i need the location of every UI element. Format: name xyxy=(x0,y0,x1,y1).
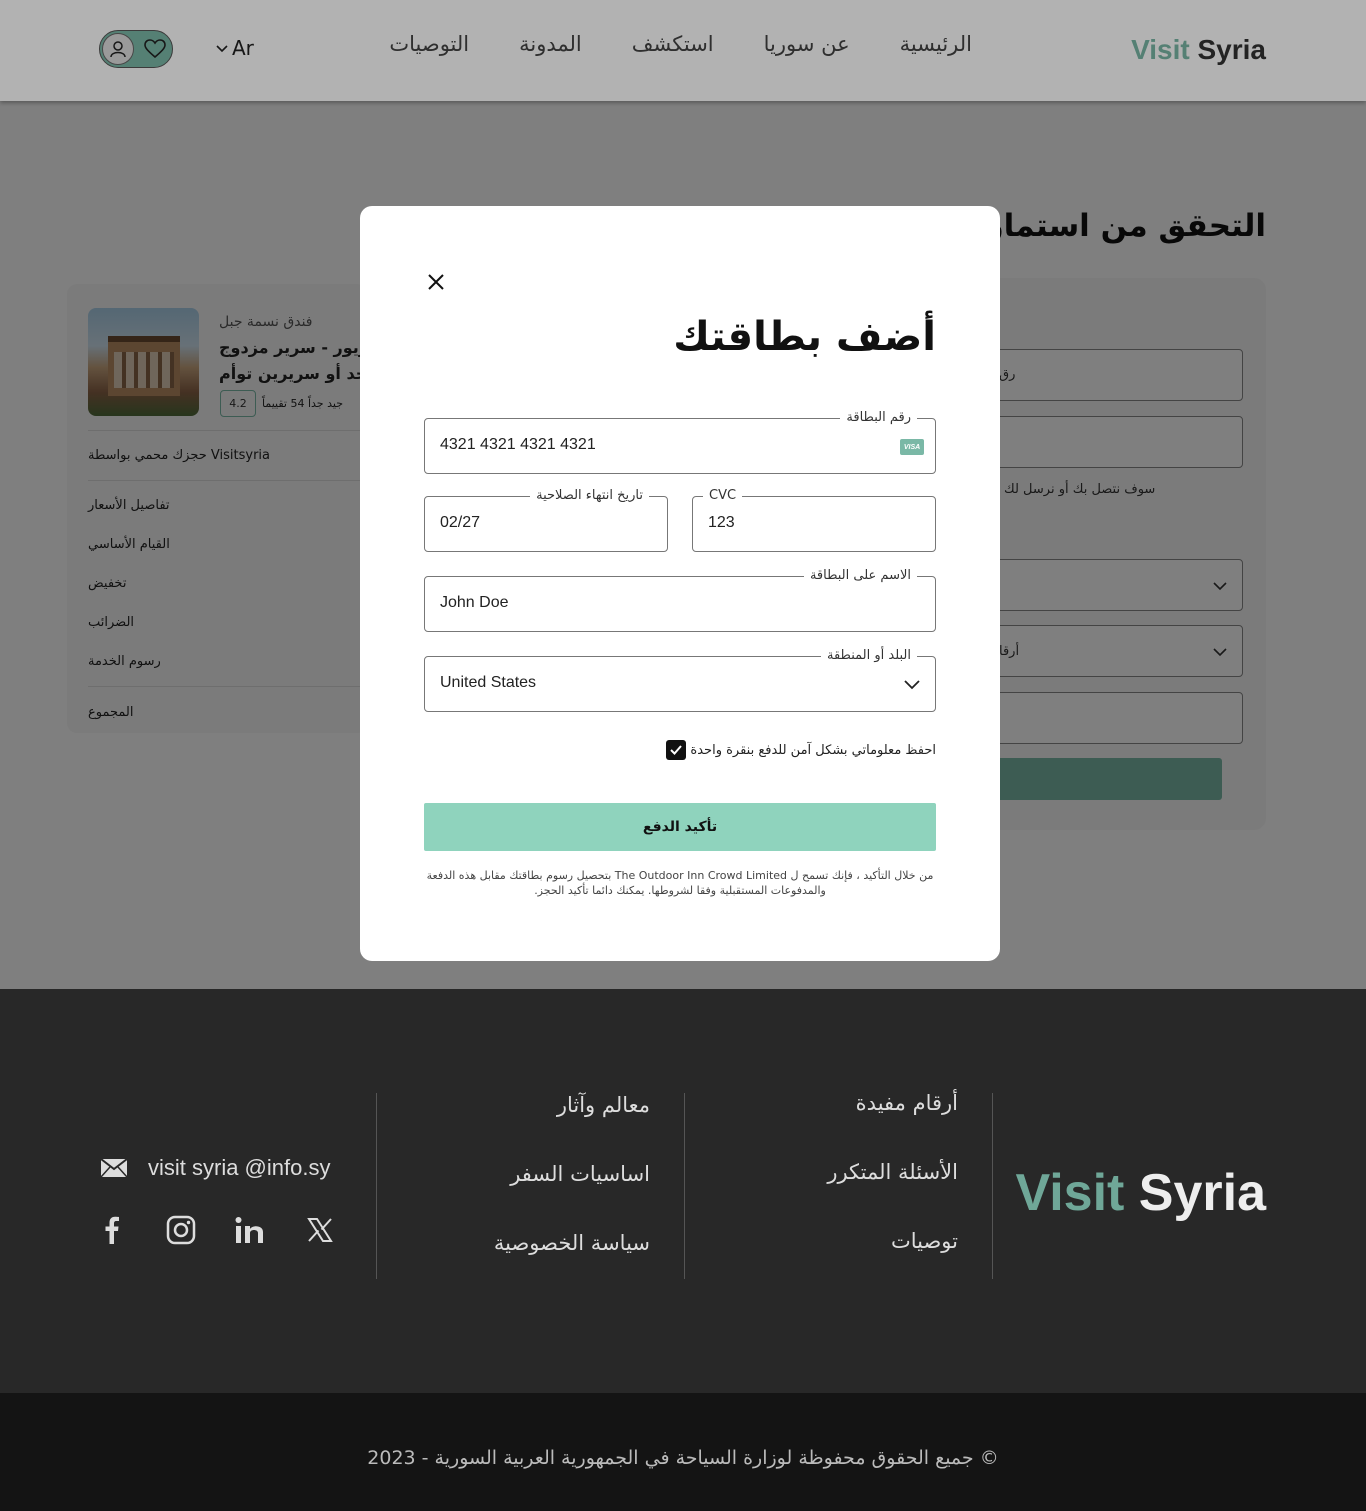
cardholder-name-input[interactable] xyxy=(440,594,848,612)
footer-link-travel-basics[interactable]: اساسيات السفر xyxy=(510,1162,650,1186)
footer-divider xyxy=(376,1093,377,1279)
cvc-field[interactable]: CVC xyxy=(692,488,936,552)
site-footer: Visit Syria أرقام مفيدة الأسئلة المتكرر … xyxy=(0,989,1366,1393)
modal-title: أضف بطاقتك xyxy=(673,314,936,360)
checkmark-icon xyxy=(670,745,683,755)
envelope-icon xyxy=(100,1158,128,1178)
footer-link-recommendations[interactable]: توصيات xyxy=(891,1229,958,1253)
card-number-label: رقم البطاقة xyxy=(840,410,917,425)
copyright-bar: جميع الحقوق محفوظة لوزارة السياحة في الج… xyxy=(0,1393,1366,1511)
footer-link-privacy-policy[interactable]: سياسة الخصوصية xyxy=(494,1231,650,1255)
cvc-input[interactable] xyxy=(708,514,902,532)
cardholder-name-label: الاسم على البطاقة xyxy=(803,568,917,583)
modal-backdrop-header xyxy=(0,0,1366,101)
card-number-field[interactable]: رقم البطاقة VISA xyxy=(424,410,936,474)
footer-link-landmarks[interactable]: معالم وآثار xyxy=(557,1093,650,1117)
close-icon[interactable] xyxy=(424,270,448,294)
card-number-input[interactable] xyxy=(440,436,848,454)
instagram-icon[interactable] xyxy=(166,1215,196,1245)
footer-link-useful-numbers[interactable]: أرقام مفيدة xyxy=(856,1091,958,1115)
footer-divider xyxy=(992,1093,993,1279)
add-card-modal: أضف بطاقتك رقم البطاقة VISA تاريخ انتهاء… xyxy=(360,206,1000,961)
save-info-label: احفظ معلوماتي بشكل آمن للدفع بنقرة واحدة xyxy=(690,742,936,758)
footer-email[interactable]: visit syria @info.sy xyxy=(100,1155,330,1181)
country-select[interactable]: البلد أو المنطقة United States xyxy=(424,648,936,712)
footer-link-faq[interactable]: الأسئلة المتكرر xyxy=(827,1160,958,1184)
expiry-input[interactable] xyxy=(440,514,634,532)
country-value: United States xyxy=(440,674,537,691)
save-info-checkbox[interactable] xyxy=(666,740,687,760)
cvc-label: CVC xyxy=(703,488,743,503)
linkedin-icon[interactable] xyxy=(235,1215,265,1245)
save-info-row[interactable]: احفظ معلوماتي بشكل آمن للدفع بنقرة واحدة xyxy=(666,740,936,760)
cardholder-name-field[interactable]: الاسم على البطاقة xyxy=(424,568,936,632)
expiry-field[interactable]: تاريخ انتهاء الصلاحية xyxy=(424,488,668,552)
confirm-payment-button[interactable]: تأكيد الدفع xyxy=(424,803,936,851)
facebook-icon[interactable] xyxy=(97,1215,127,1245)
visa-icon: VISA xyxy=(900,439,924,455)
payment-legal-text: من خلال التأكيد ، فإنك تسمح ل The Outdoo… xyxy=(426,869,934,897)
country-label: البلد أو المنطقة xyxy=(821,648,917,663)
footer-divider xyxy=(684,1093,685,1279)
copyright-text: جميع الحقوق محفوظة لوزارة السياحة في الج… xyxy=(367,1447,999,1469)
x-icon[interactable] xyxy=(305,1215,335,1245)
chevron-down-icon xyxy=(904,680,920,690)
expiry-label: تاريخ انتهاء الصلاحية xyxy=(530,488,649,503)
footer-logo[interactable]: Visit Syria xyxy=(1015,1163,1266,1223)
